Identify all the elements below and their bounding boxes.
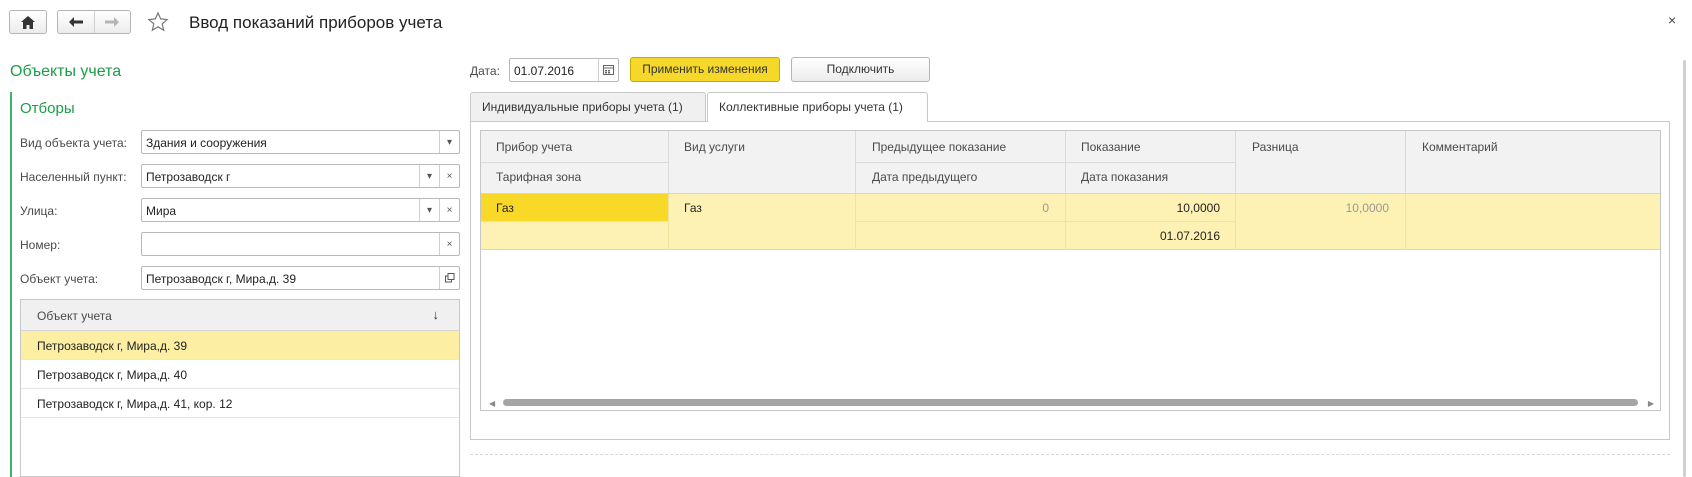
dropdown-icon[interactable]: ▾ xyxy=(419,165,439,187)
home-icon xyxy=(21,15,35,29)
home-button[interactable] xyxy=(9,10,47,34)
date-label: Дата: xyxy=(470,64,500,78)
column-header-device[interactable]: Прибор учета Тарифная зона xyxy=(481,131,669,194)
cell-value: 10,0000 xyxy=(1345,201,1389,215)
street-field[interactable]: Мира ▾ × xyxy=(141,198,460,222)
cell-value: Газ xyxy=(684,201,702,215)
dropdown-icon[interactable]: ▾ xyxy=(419,199,439,221)
object-label: Объект учета: xyxy=(20,272,99,286)
number-field[interactable]: × xyxy=(141,232,460,256)
column-header-difference[interactable]: Разница xyxy=(1236,131,1406,194)
section-bar xyxy=(10,92,12,477)
objects-section-title: Объекты учета xyxy=(10,63,122,80)
column-header-reading[interactable]: Показание Дата показания xyxy=(1066,131,1236,194)
filters-title: Отборы xyxy=(20,100,75,117)
locality-value: Петрозаводск г xyxy=(146,170,231,184)
column-label: Дата показания xyxy=(1081,170,1169,184)
cell-service[interactable]: Газ xyxy=(669,194,856,250)
cell-value: 01.07.2016 xyxy=(1159,229,1220,243)
column-label: Вид услуги xyxy=(684,140,745,154)
cell-value: Газ xyxy=(496,201,514,215)
object-type-label: Вид объекта учета: xyxy=(20,136,128,150)
list-item[interactable]: Петрозаводск г, Мира,д. 39 xyxy=(21,331,459,360)
forward-button[interactable] xyxy=(93,11,130,33)
list-item-label: Петрозаводск г, Мира,д. 40 xyxy=(37,368,187,382)
vertical-scrollbar[interactable] xyxy=(1683,60,1686,477)
arrow-left-icon xyxy=(68,17,83,27)
column-label: Предыдущее показание xyxy=(872,140,1007,154)
cell-value: 10,0000 xyxy=(1176,201,1220,215)
street-label: Улица: xyxy=(20,204,58,218)
cell-value: 0 xyxy=(1042,201,1049,215)
list-item-label: Петрозаводск г, Мира,д. 41, кор. 12 xyxy=(37,397,233,411)
date-value: 01.07.2016 xyxy=(514,64,575,78)
clear-icon[interactable]: × xyxy=(439,233,459,255)
locality-label: Населенный пункт: xyxy=(20,170,127,184)
date-field[interactable]: 01.07.2016 xyxy=(509,58,619,82)
scroll-right-icon[interactable]: ▶ xyxy=(1648,399,1654,408)
number-label: Номер: xyxy=(20,238,61,252)
arrow-right-icon xyxy=(105,17,120,27)
dropdown-icon[interactable]: ▾ xyxy=(439,131,459,153)
clear-icon[interactable]: × xyxy=(439,199,459,221)
close-icon[interactable]: × xyxy=(1668,12,1676,28)
divider xyxy=(470,454,1670,455)
list-item[interactable]: Петрозаводск г, Мира,д. 41, кор. 12 xyxy=(21,389,459,418)
page-title: Ввод показаний приборов учета xyxy=(189,13,443,32)
objects-list: Объект учета ↓ Петрозаводск г, Мира,д. 3… xyxy=(20,299,460,477)
open-icon[interactable] xyxy=(439,267,459,289)
clear-icon[interactable]: × xyxy=(439,165,459,187)
list-header-label: Объект учета xyxy=(37,309,112,323)
scrollbar-thumb[interactable] xyxy=(503,399,1638,406)
list-header[interactable]: Объект учета ↓ xyxy=(21,300,459,331)
back-button[interactable] xyxy=(58,11,94,33)
cell-prev-reading[interactable]: 0 xyxy=(856,194,1066,250)
readings-grid: Прибор учета Тарифная зона Вид услуги Пр… xyxy=(480,130,1661,411)
column-label: Комментарий xyxy=(1422,140,1498,154)
column-label: Дата предыдущего xyxy=(872,170,978,184)
tab-individual-meters[interactable]: Индивидуальные приборы учета (1) xyxy=(470,92,706,121)
navigation-group xyxy=(57,10,131,34)
star-icon[interactable] xyxy=(147,11,169,36)
object-value: Петрозаводск г, Мира,д. 39 xyxy=(146,272,296,286)
cell-comment[interactable] xyxy=(1406,194,1660,250)
sort-arrow-icon[interactable]: ↓ xyxy=(433,307,440,322)
column-label: Прибор учета xyxy=(496,140,573,154)
column-header-prev-reading[interactable]: Предыдущее показание Дата предыдущего xyxy=(856,131,1066,194)
column-label: Разница xyxy=(1252,140,1299,154)
column-header-service[interactable]: Вид услуги xyxy=(669,131,856,194)
apply-changes-button[interactable]: Применить изменения xyxy=(630,57,780,82)
horizontal-scrollbar[interactable] xyxy=(491,399,1650,406)
column-header-comment[interactable]: Комментарий xyxy=(1406,131,1660,194)
object-field[interactable]: Петрозаводск г, Мира,д. 39 xyxy=(141,266,460,290)
list-item-label: Петрозаводск г, Мира,д. 39 xyxy=(37,339,187,353)
object-type-value: Здания и сооружения xyxy=(146,136,267,150)
list-item[interactable]: Петрозаводск г, Мира,д. 40 xyxy=(21,360,459,389)
object-type-field[interactable]: Здания и сооружения ▾ xyxy=(141,130,460,154)
tab-collective-meters[interactable]: Коллективные приборы учета (1) xyxy=(707,92,928,122)
column-label: Тарифная зона xyxy=(496,170,582,184)
locality-field[interactable]: Петрозаводск г ▾ × xyxy=(141,164,460,188)
column-label: Показание xyxy=(1081,140,1141,154)
cell-reading[interactable]: 10,0000 01.07.2016 xyxy=(1066,194,1236,250)
cell-device[interactable]: Газ xyxy=(481,194,669,250)
calendar-icon[interactable] xyxy=(598,59,618,81)
connect-button[interactable]: Подключить xyxy=(791,57,930,82)
street-value: Мира xyxy=(146,204,177,218)
cell-difference[interactable]: 10,0000 xyxy=(1236,194,1406,250)
